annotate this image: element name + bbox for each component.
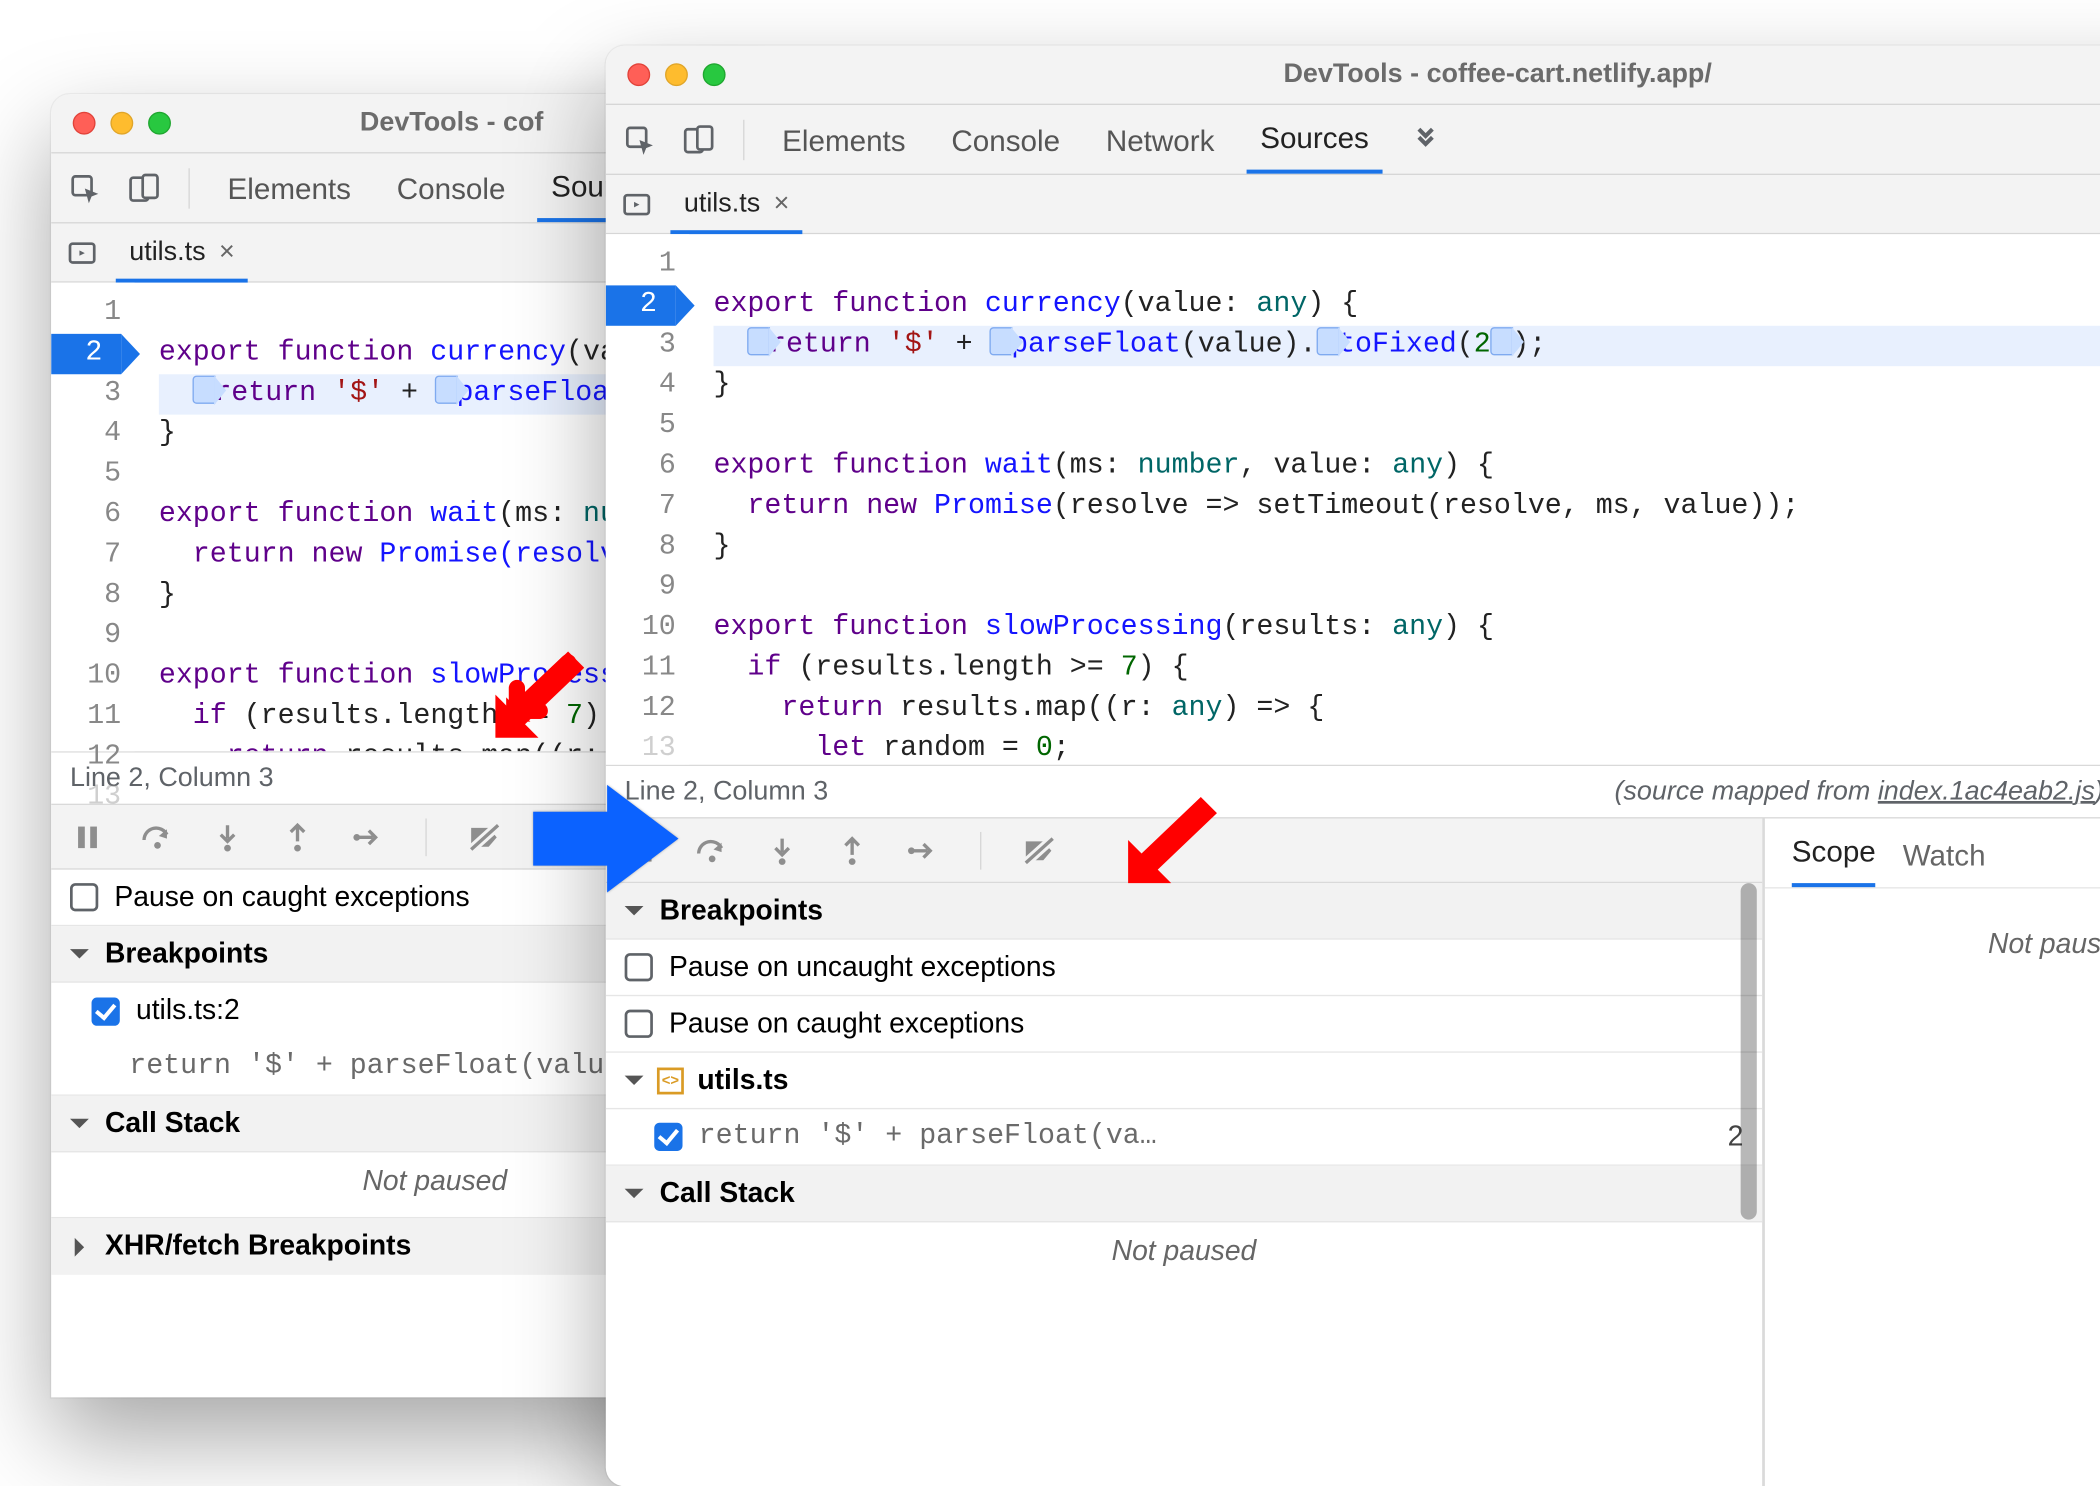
step-into-button[interactable] (765, 833, 800, 868)
source-map-link[interactable]: index.1ac4eab2.js (1878, 776, 2095, 806)
separator (743, 119, 744, 159)
tab-watch[interactable]: Watch (1903, 839, 1986, 887)
chevron-down-icon (70, 1119, 89, 1128)
devtools-tabs: Elements Console Network Sources 1 (606, 105, 2100, 175)
tab-elements[interactable]: Elements (769, 107, 919, 172)
file-tab-label: utils.ts (129, 236, 205, 267)
line-number-gutter[interactable]: 1 2 3 4 5 6 7 8 9 10 11 12 13 (606, 234, 689, 764)
show-navigator-icon[interactable] (617, 184, 657, 224)
file-tab-utils[interactable]: utils.ts × (670, 174, 802, 233)
zoom-window-button[interactable] (148, 112, 171, 135)
chevron-down-icon (70, 949, 89, 958)
breakpoint-file-label: utils.ts (697, 1064, 788, 1096)
file-tab-label: utils.ts (684, 188, 760, 219)
pause-caught-checkbox[interactable] (625, 1010, 653, 1038)
step-out-button[interactable] (280, 819, 315, 854)
column-breakpoint-icon[interactable] (990, 327, 1013, 355)
pause-caught-label: Pause on caught exceptions (114, 881, 469, 913)
close-icon[interactable]: × (219, 236, 235, 267)
tab-elements[interactable]: Elements (214, 155, 364, 220)
breakpoint-enabled-checkbox[interactable] (92, 997, 120, 1025)
vertical-scrollbar[interactable] (1741, 883, 1757, 1486)
editor-file-tabs: utils.ts × (606, 175, 2100, 234)
tab-network[interactable]: Network (1092, 107, 1228, 172)
pause-resume-button[interactable] (70, 819, 105, 854)
device-toggle-icon[interactable] (124, 168, 164, 208)
breakpoint-item[interactable]: return '$' + parseFloat(va… 2 (606, 1109, 1762, 1166)
column-breakpoint-icon[interactable] (1491, 327, 1514, 355)
source-mapped-label: (source mapped from index.1ac4eab2.js) C… (1614, 776, 2100, 807)
zoom-window-button[interactable] (703, 63, 726, 86)
inspect-element-icon[interactable] (619, 119, 659, 159)
scope-watch-tabs: Scope Watch (1765, 818, 2100, 888)
breakpoint-line-marker[interactable]: 2 (606, 285, 676, 325)
more-tabs-icon[interactable] (1401, 115, 1449, 163)
code-editor[interactable]: 1 2 3 4 5 6 7 8 9 10 11 12 13 export fun… (606, 234, 2100, 764)
breakpoint-item-code: return '$' + parseFloat(va… (699, 1121, 1712, 1152)
not-paused-label: Not paused (606, 1222, 1762, 1287)
column-breakpoint-icon[interactable] (193, 376, 216, 404)
pause-on-exceptions-button[interactable] (537, 819, 572, 854)
device-toggle-icon[interactable] (678, 119, 718, 159)
chevron-right-icon (75, 1237, 84, 1256)
cursor-position: Line 2, Column 3 (625, 776, 829, 807)
deactivate-breakpoints-button[interactable] (1022, 833, 1057, 868)
step-out-button[interactable] (835, 833, 870, 868)
pause-on-caught-row[interactable]: Pause on caught exceptions (606, 996, 1762, 1053)
close-icon[interactable]: × (774, 188, 790, 219)
step-over-button[interactable] (695, 833, 730, 868)
tab-console[interactable]: Console (383, 155, 519, 220)
inspect-element-icon[interactable] (65, 168, 105, 208)
breakpoint-item-label: utils.ts:2 (136, 995, 240, 1027)
not-paused-label: Not paused (1765, 915, 2100, 980)
pause-resume-button[interactable] (625, 833, 660, 868)
file-tab-utils[interactable]: utils.ts × (116, 223, 248, 282)
pause-caught-checkbox[interactable] (70, 883, 98, 911)
step-over-button[interactable] (140, 819, 175, 854)
window-titlebar: DevTools - coffee-cart.netlify.app/ (606, 46, 2100, 105)
breakpoint-line-marker[interactable]: 2 (51, 334, 121, 374)
separator (425, 818, 426, 856)
devtools-window-right: DevTools - coffee-cart.netlify.app/ Elem… (606, 46, 2100, 1486)
step-button[interactable] (350, 819, 385, 854)
minimize-window-button[interactable] (110, 112, 133, 135)
pause-caught-label: Pause on caught exceptions (669, 1008, 1024, 1040)
pause-on-uncaught-row[interactable]: Pause on uncaught exceptions (606, 940, 1762, 997)
traffic-lights (627, 63, 725, 86)
chevron-down-icon (625, 906, 644, 915)
separator (980, 831, 981, 869)
tab-sources[interactable]: Sources (1247, 105, 1383, 174)
window-title: DevTools - coffee-cart.netlify.app/ (726, 59, 2100, 90)
separator (188, 168, 189, 208)
minimize-window-button[interactable] (665, 63, 688, 86)
breakpoint-enabled-checkbox[interactable] (654, 1123, 682, 1151)
callstack-section-header[interactable]: Call Stack (606, 1166, 1762, 1223)
breakpoints-section-header[interactable]: Breakpoints (606, 883, 1762, 940)
scope-watch-panel: Scope Watch Not paused (1764, 818, 2100, 1486)
column-breakpoint-icon[interactable] (747, 327, 770, 355)
pause-uncaught-checkbox[interactable] (625, 953, 653, 981)
chevron-down-icon (625, 1189, 644, 1198)
step-button[interactable] (905, 833, 940, 868)
traffic-lights (73, 112, 171, 135)
close-window-button[interactable] (73, 112, 96, 135)
deactivate-breakpoints-button[interactable] (467, 819, 502, 854)
column-breakpoint-icon[interactable] (1316, 327, 1339, 355)
typescript-file-icon: <> (657, 1067, 684, 1094)
editor-status-bar: Line 2, Column 3 (source mapped from ind… (606, 765, 2100, 819)
debugger-toolbar (606, 818, 1762, 883)
tab-console[interactable]: Console (938, 107, 1074, 172)
step-into-button[interactable] (210, 819, 245, 854)
line-number-gutter[interactable]: 1 2 3 4 5 6 7 8 9 10 11 12 13 (51, 283, 134, 751)
column-breakpoint-icon[interactable] (435, 376, 458, 404)
breakpoint-file-row[interactable]: <> utils.ts (606, 1053, 1762, 1110)
show-navigator-icon[interactable] (62, 232, 102, 272)
pause-uncaught-label: Pause on uncaught exceptions (669, 951, 1056, 983)
chevron-down-icon (625, 1076, 644, 1085)
close-window-button[interactable] (627, 63, 650, 86)
tab-scope[interactable]: Scope (1792, 835, 1876, 888)
code-content: export function currency(value: any) { r… (689, 234, 2100, 764)
